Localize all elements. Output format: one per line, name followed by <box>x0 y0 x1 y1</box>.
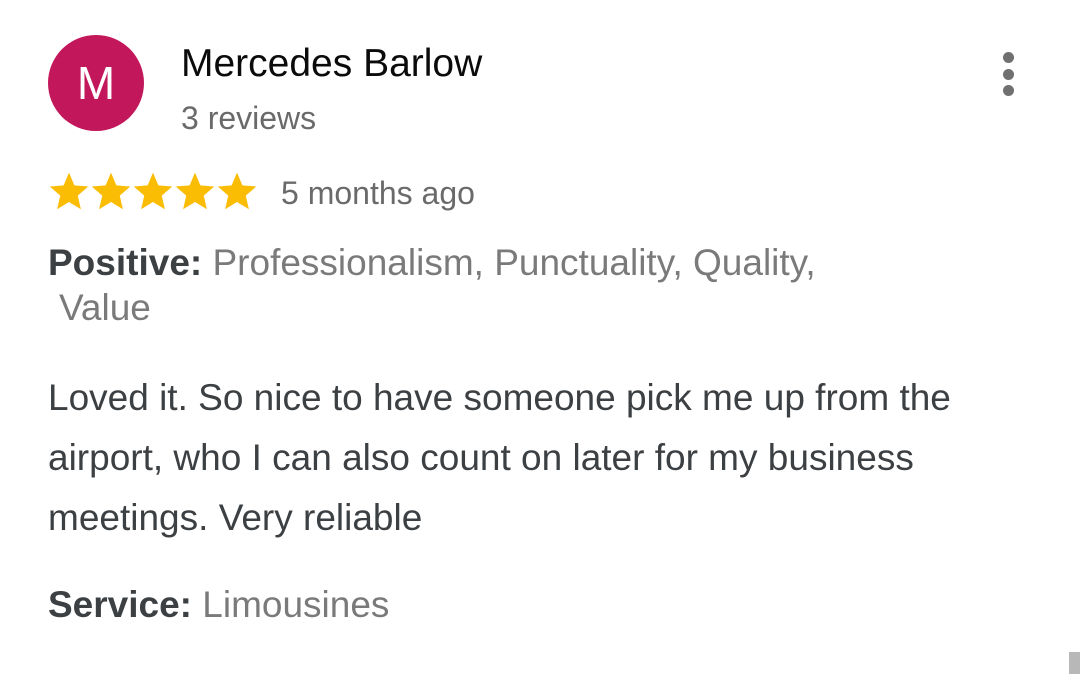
review-text: Loved it. So nice to have someone pick m… <box>48 377 951 538</box>
positive-values-line2: Value <box>59 287 151 328</box>
positive-values-line1: Professionalism, Punctuality, Quality, <box>212 242 816 283</box>
review-date: 5 months ago <box>281 175 475 211</box>
star-icon <box>133 172 173 210</box>
service-label: Service: <box>48 584 192 625</box>
positive-label: Positive: <box>48 242 203 283</box>
star-icon <box>175 172 215 210</box>
avatar[interactable]: M <box>48 35 144 131</box>
avatar-initial: M <box>76 57 116 109</box>
service-info: Service: Limousines <box>48 582 389 627</box>
service-value: Limousines <box>202 584 390 625</box>
author-review-count[interactable]: 3 reviews <box>181 99 316 137</box>
star-icon <box>91 172 131 210</box>
star-icon <box>49 172 89 210</box>
scrollbar-thumb[interactable] <box>1069 652 1080 674</box>
author-name[interactable]: Mercedes Barlow <box>181 42 482 86</box>
more-options-button[interactable] <box>988 48 1028 100</box>
star-icon <box>217 172 257 210</box>
star-rating <box>48 170 258 214</box>
positive-attributes: Positive: Professionalism, Punctuality, … <box>48 240 928 330</box>
